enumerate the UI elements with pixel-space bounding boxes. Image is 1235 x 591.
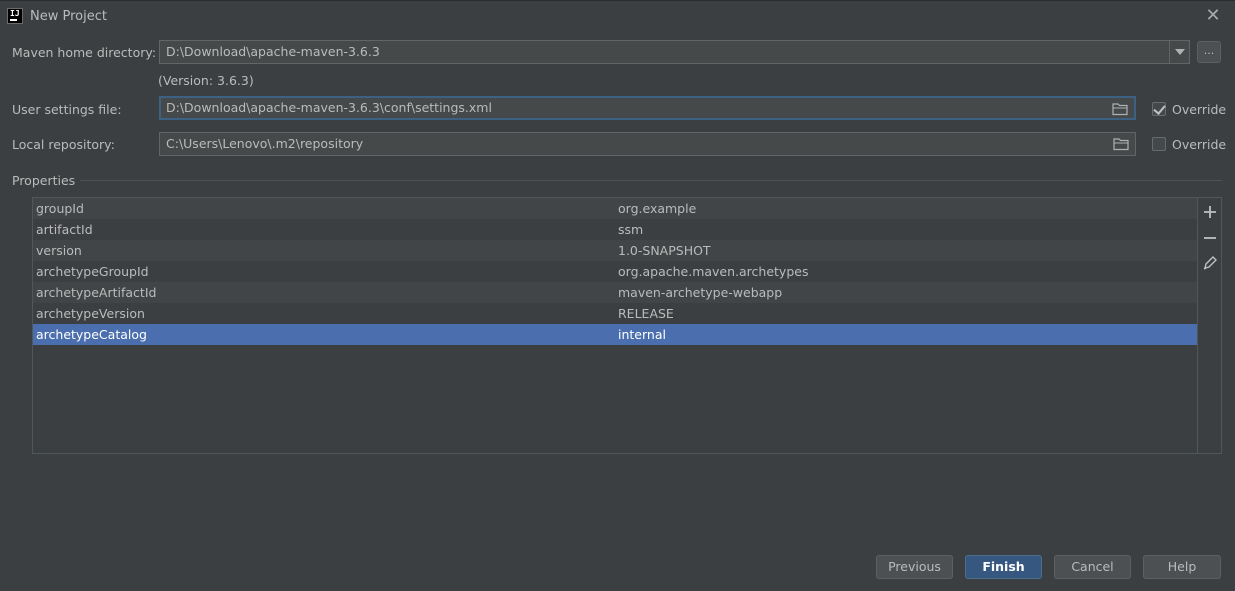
help-button[interactable]: Help <box>1143 555 1221 579</box>
previous-button[interactable]: Previous <box>876 555 953 579</box>
folder-icon[interactable] <box>1112 102 1128 116</box>
property-value: 1.0-SNAPSHOT <box>618 243 711 258</box>
property-value: RELEASE <box>618 306 674 321</box>
table-row[interactable]: archetypeVersion RELEASE <box>33 303 1198 324</box>
local-repository-value: C:\Users\Lenovo\.m2\repository <box>166 136 364 151</box>
local-repository-input[interactable]: C:\Users\Lenovo\.m2\repository <box>159 132 1136 156</box>
properties-toolbar <box>1197 198 1221 453</box>
properties-separator <box>80 180 1222 181</box>
local-repository-label: Local repository: <box>12 137 115 152</box>
properties-table: groupId org.example artifactId ssm versi… <box>32 197 1222 454</box>
user-settings-override-label: Override <box>1172 102 1227 117</box>
maven-home-browse-button[interactable]: ... <box>1197 41 1221 63</box>
properties-title: Properties <box>12 173 76 188</box>
property-value: maven-archetype-webapp <box>618 285 783 300</box>
local-repository-override-label: Override <box>1172 137 1227 152</box>
table-row[interactable]: archetypeGroupId org.apache.maven.archet… <box>33 261 1198 282</box>
chevron-down-icon[interactable] <box>1169 41 1189 63</box>
maven-home-combobox[interactable]: D:\Download\apache-maven-3.6.3 <box>159 40 1190 64</box>
property-value: internal <box>618 327 666 342</box>
add-icon[interactable] <box>1200 202 1220 222</box>
property-key: version <box>36 243 82 258</box>
table-row[interactable]: archetypeArtifactId maven-archetype-weba… <box>33 282 1198 303</box>
user-settings-override-checkbox[interactable] <box>1152 102 1166 116</box>
property-value: ssm <box>618 222 644 237</box>
property-key: artifactId <box>36 222 93 237</box>
table-row[interactable]: version 1.0-SNAPSHOT <box>33 240 1198 261</box>
user-settings-input[interactable]: D:\Download\apache-maven-3.6.3\conf\sett… <box>159 96 1136 120</box>
maven-version-text: (Version: 3.6.3) <box>158 73 254 88</box>
table-row[interactable]: groupId org.example <box>33 198 1198 219</box>
property-key: archetypeVersion <box>36 306 145 321</box>
property-key: archetypeGroupId <box>36 264 149 279</box>
property-key: archetypeArtifactId <box>36 285 157 300</box>
window-title: New Project <box>30 9 107 24</box>
edit-pencil-icon[interactable] <box>1200 253 1220 273</box>
remove-icon[interactable] <box>1200 228 1220 248</box>
property-value: org.example <box>618 201 697 216</box>
user-settings-value: D:\Download\apache-maven-3.6.3\conf\sett… <box>166 100 492 115</box>
maven-home-label: Maven home directory: <box>12 45 157 60</box>
table-row-selected[interactable]: archetypeCatalog internal <box>33 324 1198 345</box>
local-repository-override-checkbox[interactable] <box>1152 137 1166 151</box>
cancel-button[interactable]: Cancel <box>1054 555 1131 579</box>
intellij-app-icon: IJ <box>7 8 23 24</box>
maven-home-value: D:\Download\apache-maven-3.6.3 <box>166 44 380 59</box>
finish-button[interactable]: Finish <box>965 555 1042 579</box>
user-settings-label: User settings file: <box>12 102 122 117</box>
properties-table-body: groupId org.example artifactId ssm versi… <box>33 198 1198 345</box>
close-icon[interactable]: ✕ <box>1205 5 1221 27</box>
property-key: groupId <box>36 201 84 216</box>
table-row[interactable]: artifactId ssm <box>33 219 1198 240</box>
folder-icon[interactable] <box>1113 137 1129 151</box>
property-value: org.apache.maven.archetypes <box>618 264 809 279</box>
title-bar: IJ New Project ✕ <box>0 0 1235 31</box>
property-key: archetypeCatalog <box>36 327 147 342</box>
